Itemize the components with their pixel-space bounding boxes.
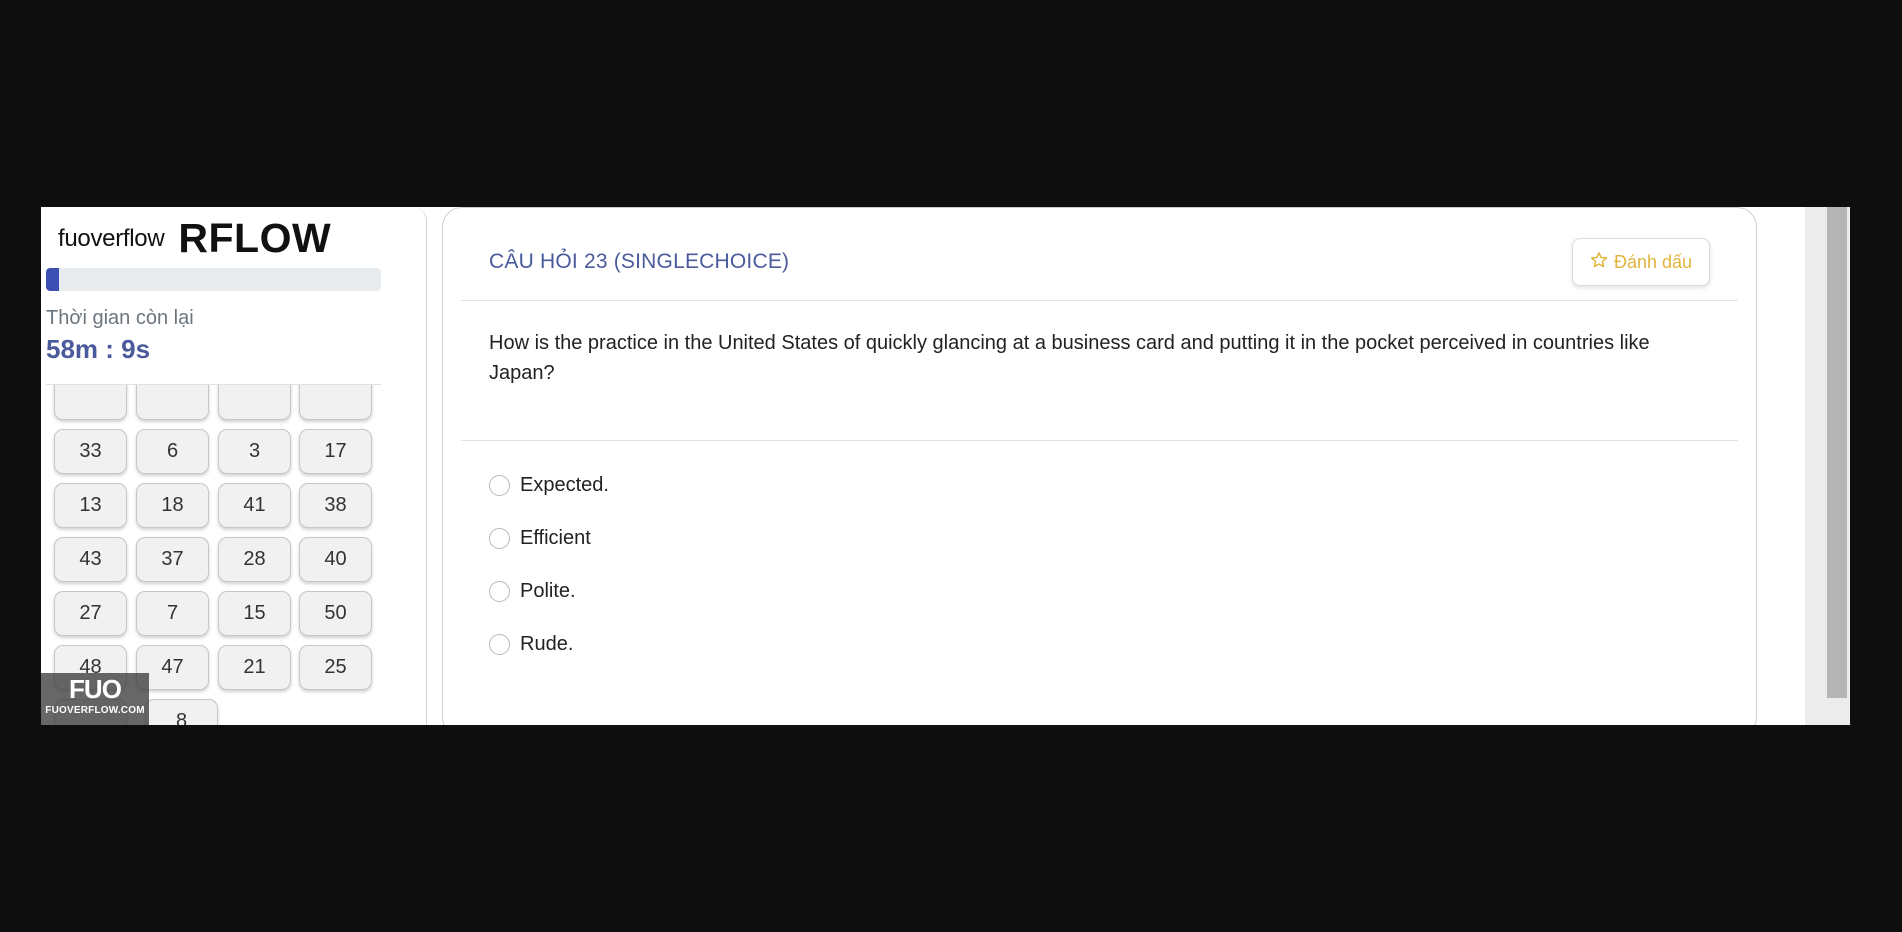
question-nav-button[interactable]: 43 xyxy=(54,537,127,582)
question-divider xyxy=(461,440,1738,441)
question-nav-button[interactable] xyxy=(54,385,127,420)
window-edge xyxy=(1850,207,1861,725)
answer-option-b[interactable]: Efficient xyxy=(489,527,591,550)
radio-button[interactable] xyxy=(489,634,510,655)
radio-button[interactable] xyxy=(489,475,510,496)
answer-option-label: Expected. xyxy=(520,474,609,496)
answer-option-d[interactable]: Rude. xyxy=(489,633,573,656)
question-nav-button[interactable]: 41 xyxy=(218,483,291,528)
brand-logo: fuoverflow RFLOW xyxy=(58,215,331,262)
mark-question-button[interactable]: Đánh dấu xyxy=(1572,238,1710,286)
question-nav-button[interactable]: 38 xyxy=(299,483,372,528)
question-text: How is the practice in the United States… xyxy=(489,332,1650,384)
answer-option-a[interactable]: Expected. xyxy=(489,474,609,497)
question-nav-button[interactable]: 15 xyxy=(218,591,291,636)
sidebar: fuoverflow RFLOW Thời gian còn lại 58m :… xyxy=(41,207,427,725)
question-nav-button[interactable] xyxy=(136,385,209,420)
question-nav-button[interactable]: 17 xyxy=(299,429,372,474)
question-nav-button[interactable] xyxy=(218,385,291,420)
quiz-window: fuoverflow RFLOW Thời gian còn lại 58m :… xyxy=(41,207,1861,725)
question-nav-button[interactable]: 40 xyxy=(299,537,372,582)
mark-question-label: Đánh dấu xyxy=(1613,251,1693,272)
question-nav-button[interactable]: 18 xyxy=(136,483,209,528)
answer-option-c[interactable]: Polite. xyxy=(489,580,576,603)
question-nav-button[interactable]: 37 xyxy=(136,537,209,582)
answer-option-label: Efficient xyxy=(520,527,591,549)
time-progress-fill xyxy=(46,268,60,291)
watermark-site: FUOVERFLOW.COM xyxy=(45,705,145,716)
watermark-logo: FUO xyxy=(69,674,122,704)
brand-small-text: fuoverflow xyxy=(58,224,165,252)
question-nav-button[interactable]: 33 xyxy=(54,429,127,474)
radio-button[interactable] xyxy=(489,528,510,549)
question-nav-button[interactable]: 50 xyxy=(299,591,372,636)
question-nav-button[interactable]: 25 xyxy=(299,645,372,690)
question-nav-button[interactable]: 7 xyxy=(136,591,209,636)
question-nav-button[interactable]: 13 xyxy=(54,483,127,528)
time-progress-bar xyxy=(46,268,381,291)
question-nav-button[interactable]: 3 xyxy=(218,429,291,474)
question-nav-button[interactable]: 28 xyxy=(218,537,291,582)
question-nav-button[interactable]: 21 xyxy=(218,645,291,690)
brand-big-text: RFLOW xyxy=(178,215,332,261)
answer-option-label: Polite. xyxy=(520,580,576,602)
question-nav-button[interactable] xyxy=(299,385,372,420)
fuo-watermark: FUO FUOVERFLOW.COM xyxy=(41,673,149,725)
question-nav-button[interactable]: 6 xyxy=(136,429,209,474)
question-header: CÂU HỎI 23 (SINGLECHOICE) xyxy=(489,250,790,273)
time-remaining-label: Thời gian còn lại xyxy=(46,307,194,329)
star-icon xyxy=(1590,251,1608,274)
page-scrollbar-thumb[interactable] xyxy=(1827,207,1847,698)
answer-option-label: Rude. xyxy=(520,633,574,655)
question-card: CÂU HỎI 23 (SINGLECHOICE) Đánh dấu How i… xyxy=(442,207,1757,725)
header-divider xyxy=(461,300,1738,301)
radio-button[interactable] xyxy=(489,581,510,602)
question-nav-button[interactable]: 8 xyxy=(145,699,218,725)
question-nav-button[interactable]: 27 xyxy=(54,591,127,636)
time-remaining-value: 58m : 9s xyxy=(46,334,151,364)
